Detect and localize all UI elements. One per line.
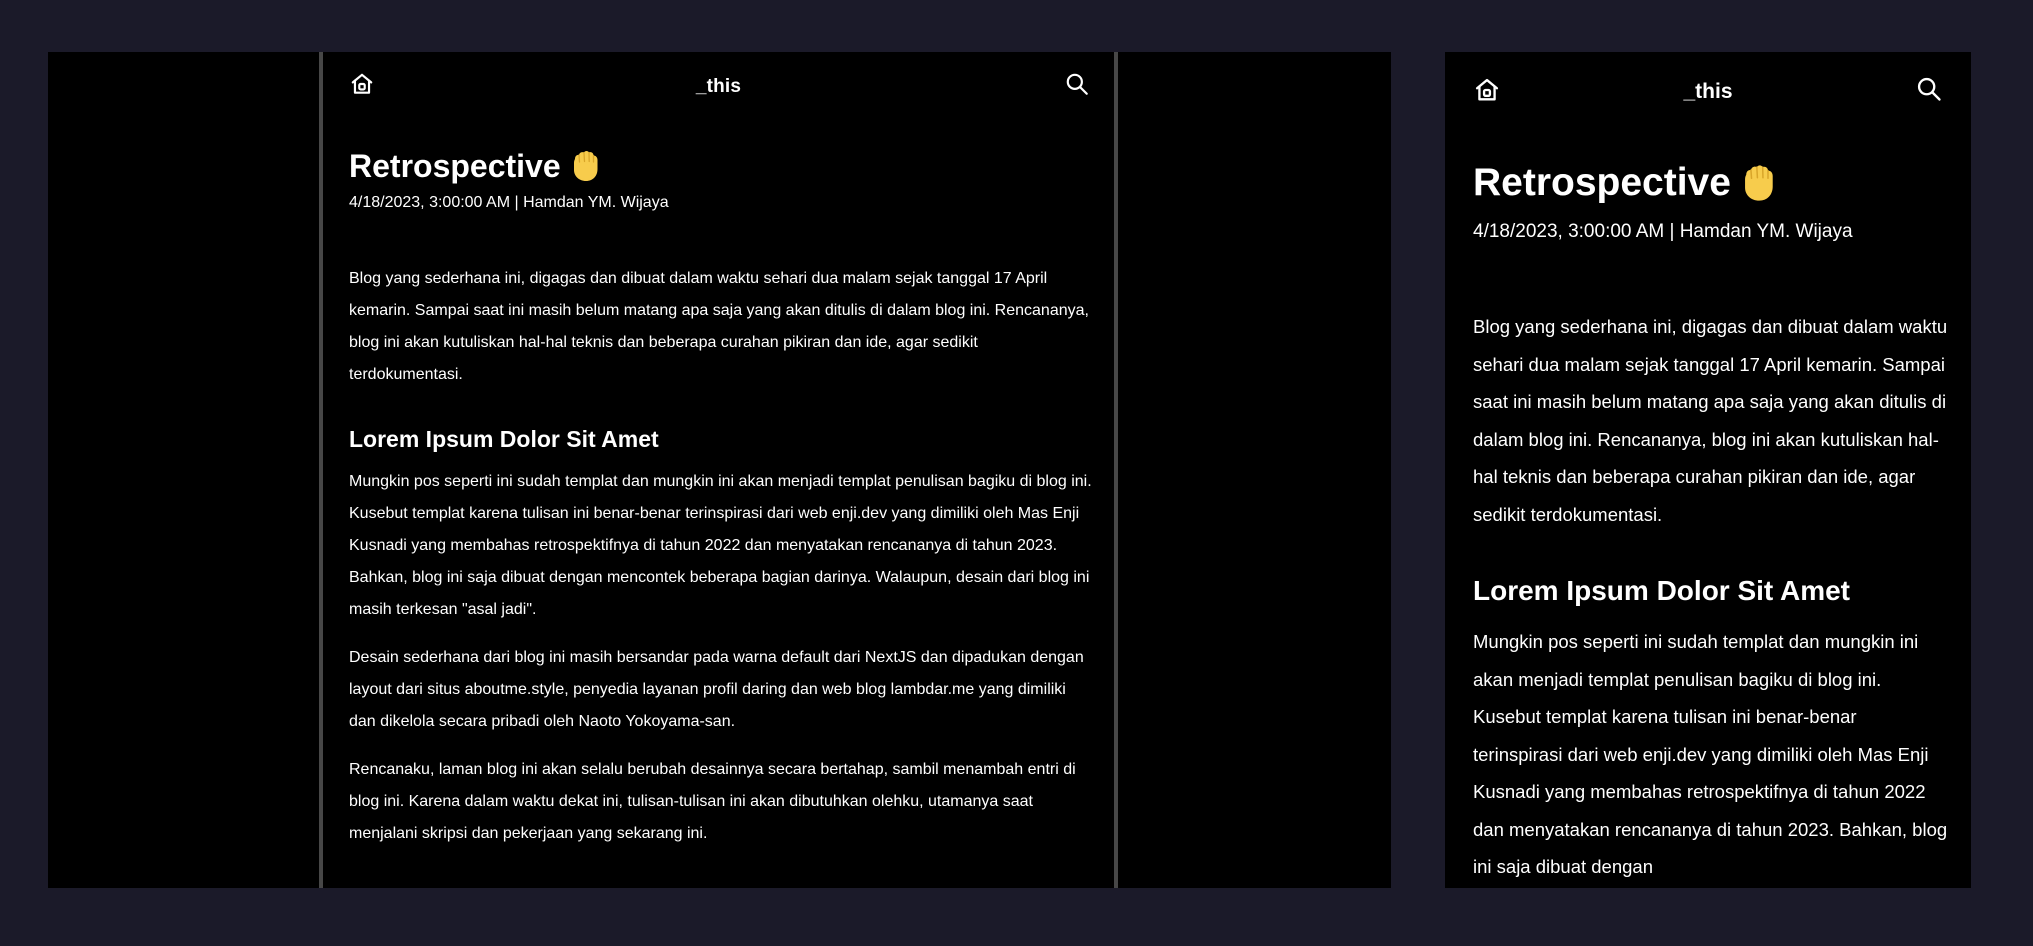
post-article: Retrospective 4/18/2023, 3:00:00 AM | Ha… <box>349 145 1093 850</box>
site-brand[interactable]: _this <box>1445 80 1971 104</box>
raised-fist-emoji-icon <box>1739 163 1777 203</box>
post-article: Retrospective 4/18/2023, 3:00:00 AM | Ha… <box>1473 158 1951 886</box>
search-icon <box>1915 75 1943 103</box>
mobile-preview: _this Retrospective 4/18/2023, 3:00:00 A… <box>1445 52 1971 888</box>
section-heading: Lorem Ipsum Dolor Sit Amet <box>349 426 659 452</box>
section-heading: Lorem Ipsum Dolor Sit Amet <box>1473 575 1851 606</box>
search-button[interactable] <box>1915 75 1943 103</box>
top-nav: _this <box>323 52 1114 124</box>
post-meta: 4/18/2023, 3:00:00 AM | Hamdan YM. Wijay… <box>349 194 669 211</box>
search-button[interactable] <box>1064 71 1090 97</box>
post-paragraph: Rencanaku, laman blog ini akan selalu be… <box>349 761 1076 842</box>
raised-fist-emoji-icon <box>569 149 601 183</box>
top-nav: _this <box>1445 52 1971 132</box>
post-title: Retrospective <box>349 145 1093 187</box>
post-paragraph: Desain sederhana dari blog ini masih ber… <box>349 649 1084 730</box>
content-column: _this Retrospective 4/18/2023, 3:00:00 A… <box>319 52 1118 888</box>
post-lead-paragraph: Blog yang sederhana ini, digagas dan dib… <box>349 270 1089 383</box>
search-icon <box>1064 71 1090 97</box>
post-title-text: Retrospective <box>349 148 561 184</box>
post-paragraph: Mungkin pos seperti ini sudah templat da… <box>349 473 1092 618</box>
post-title: Retrospective <box>1473 158 1951 208</box>
desktop-preview: _this Retrospective 4/18/2023, 3:00:00 A… <box>48 52 1391 888</box>
post-lead-paragraph: Blog yang sederhana ini, digagas dan dib… <box>1473 316 1948 525</box>
post-meta: 4/18/2023, 3:00:00 AM | Hamdan YM. Wijay… <box>1473 221 1853 242</box>
post-title-text: Retrospective <box>1473 161 1731 204</box>
site-brand[interactable]: _this <box>323 76 1114 98</box>
post-paragraph: Mungkin pos seperti ini sudah templat da… <box>1473 631 1948 877</box>
